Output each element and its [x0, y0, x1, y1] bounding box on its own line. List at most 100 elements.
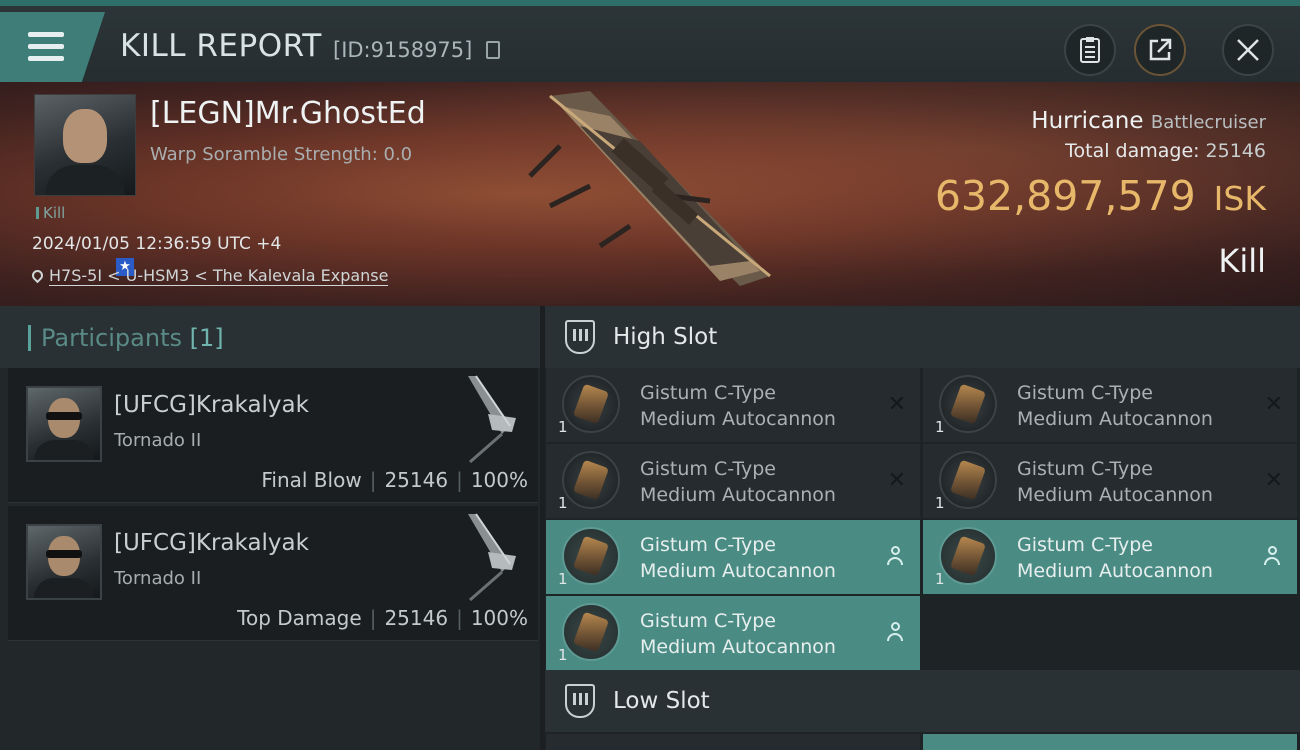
- module-item[interactable]: 1 Gistum C-Type Medium Autocannon: [546, 596, 920, 670]
- person-body: [887, 633, 903, 641]
- module-item[interactable]: 1 Gistum C-Type Medium Autocannon: [923, 520, 1297, 594]
- module-name-line1: Gistum C-Type: [640, 382, 776, 404]
- share-button[interactable]: [1134, 24, 1186, 76]
- module-name-line1: Gistum C-Type: [1017, 382, 1153, 404]
- separator: |: [369, 606, 377, 630]
- high-slot-icon: [565, 320, 595, 354]
- total-damage: Total damage: 25146: [1065, 140, 1266, 162]
- module-name: Gistum C-Type Medium Autocannon: [1017, 380, 1213, 432]
- module-name-line1: Gistum C-Type: [1017, 534, 1153, 556]
- gun-shape: [949, 535, 987, 577]
- copy-icon[interactable]: [486, 41, 500, 59]
- module-name-line2: Medium Autocannon: [1017, 560, 1213, 582]
- module-item-partial[interactable]: [923, 734, 1297, 750]
- module-item[interactable]: 1 Gistum C-Type Medium Autocannon ✕: [546, 444, 920, 518]
- share-icon: [1149, 38, 1172, 61]
- ship-name-label: Hurricane: [1031, 108, 1144, 134]
- module-name-line1: Gistum C-Type: [640, 458, 776, 480]
- module-quantity: 1: [558, 494, 568, 512]
- participant-portrait[interactable]: [26, 386, 102, 462]
- module-name-line2: Medium Autocannon: [640, 408, 836, 430]
- kill-tag-marker: [36, 207, 39, 219]
- person-head: [1268, 546, 1277, 555]
- person-head: [891, 546, 900, 555]
- dropped-person-icon: [1263, 546, 1281, 568]
- module-name-line2: Medium Autocannon: [1017, 484, 1213, 506]
- participant-ship: Tornado II: [114, 430, 202, 451]
- participant-role: Top Damage: [237, 606, 362, 630]
- victim-ship-image: [528, 91, 771, 286]
- page-title: KILL REPORT: [120, 28, 322, 64]
- participant-role: Final Blow: [261, 468, 362, 492]
- module-quantity: 1: [558, 570, 568, 588]
- title-bar: KILL REPORT [ID:9158975]: [0, 0, 1300, 82]
- participant-row-top-damage[interactable]: [UFCG]Krakalyak Tornado II Top Damage | 25…: [8, 506, 538, 641]
- dropped-person-icon: [886, 546, 904, 568]
- location-link[interactable]: H7S-5I < U-HSM3 < The Kalevala Expanse: [49, 266, 389, 286]
- autocannon-icon: [562, 375, 620, 433]
- slot-icon-bar: [579, 329, 582, 341]
- module-name: Gistum C-Type Medium Autocannon: [640, 456, 836, 508]
- autocannon-icon: [939, 451, 997, 509]
- low-slot-title: Low Slot: [613, 688, 710, 714]
- module-name-line2: Medium Autocannon: [1017, 408, 1213, 430]
- module-name: Gistum C-Type Medium Autocannon: [640, 380, 836, 432]
- participants-title[interactable]: Participants [1]: [28, 325, 224, 351]
- portrait-face: [63, 109, 107, 163]
- slot-icon-bar: [585, 329, 588, 341]
- participant-portrait[interactable]: [26, 524, 102, 600]
- module-item[interactable]: 1 Gistum C-Type Medium Autocannon: [546, 520, 920, 594]
- clipboard-button[interactable]: [1064, 24, 1116, 76]
- participant-row-final-blow[interactable]: [UFCG]Krakalyak Tornado II Final Blow | 25…: [8, 368, 538, 503]
- module-name-line2: Medium Autocannon: [640, 560, 836, 582]
- portrait-glasses: [46, 550, 82, 558]
- destroyed-icon: ✕: [1264, 392, 1283, 417]
- module-name: Gistum C-Type Medium Autocannon: [1017, 532, 1213, 584]
- module-item-partial[interactable]: [546, 734, 920, 750]
- isk-amount: 632,897,579: [934, 172, 1196, 220]
- high-slot-header: High Slot: [545, 306, 1300, 368]
- report-id: [ID:9158975]: [333, 38, 473, 62]
- destroyed-icon: ✕: [1264, 468, 1283, 493]
- person-body: [1264, 557, 1280, 565]
- close-button[interactable]: [1222, 24, 1274, 76]
- participants-panel: Participants [1] [UFCG]Krakalyak Tornado…: [0, 306, 540, 750]
- kill-location[interactable]: H7S-5I < U-HSM3 < The Kalevala Expanse: [29, 266, 389, 286]
- low-slot-icon: [565, 684, 595, 718]
- high-slot-title: High Slot: [613, 324, 718, 350]
- hamburger-icon: [28, 32, 64, 37]
- slot-icon-bar: [573, 693, 576, 705]
- victim-banner: ★ [LEGN]Mr.GhostEd Warp Soramble Strengt…: [0, 82, 1300, 306]
- victim-portrait[interactable]: [34, 94, 136, 196]
- separator: |: [456, 468, 463, 492]
- module-item[interactable]: 1 Gistum C-Type Medium Autocannon ✕: [546, 368, 920, 442]
- portrait-suit: [34, 440, 94, 460]
- menu-button[interactable]: [0, 12, 105, 82]
- module-item[interactable]: 1 Gistum C-Type Medium Autocannon ✕: [923, 368, 1297, 442]
- victim-ship-name[interactable]: Hurricane Battlecruiser: [1031, 108, 1266, 134]
- module-name-line1: Gistum C-Type: [640, 534, 776, 556]
- module-name-line2: Medium Autocannon: [640, 484, 836, 506]
- module-item[interactable]: 1 Gistum C-Type Medium Autocannon ✕: [923, 444, 1297, 518]
- fitting-panel: High Slot 1 Gistum C-Type Medium Autocann…: [545, 306, 1300, 750]
- victim-name[interactable]: [LEGN]Mr.GhostEd: [150, 96, 426, 131]
- slot-icon-bar: [585, 693, 588, 705]
- gun-shape: [572, 535, 610, 577]
- participant-damage: 25146: [384, 468, 449, 492]
- separator: |: [369, 468, 377, 492]
- close-icon: [1237, 39, 1259, 61]
- kill-result: Kill: [1218, 242, 1266, 280]
- module-quantity: 1: [935, 494, 945, 512]
- module-quantity: 1: [558, 646, 568, 664]
- participant-ship: Tornado II: [114, 568, 202, 589]
- autocannon-icon: [562, 527, 620, 585]
- autocannon-icon: [562, 603, 620, 661]
- portrait-suit: [45, 165, 125, 195]
- participant-stats: Final Blow | 25146 | 100%: [261, 468, 528, 492]
- person-head: [891, 622, 900, 631]
- autocannon-icon: [939, 527, 997, 585]
- kill-tag: Kill: [36, 204, 65, 222]
- participant-ship-image: [468, 513, 516, 602]
- participant-stats: Top Damage | 25146 | 100%: [237, 606, 528, 630]
- warp-scramble-strength: Warp Soramble Strength: 0.0: [150, 144, 413, 165]
